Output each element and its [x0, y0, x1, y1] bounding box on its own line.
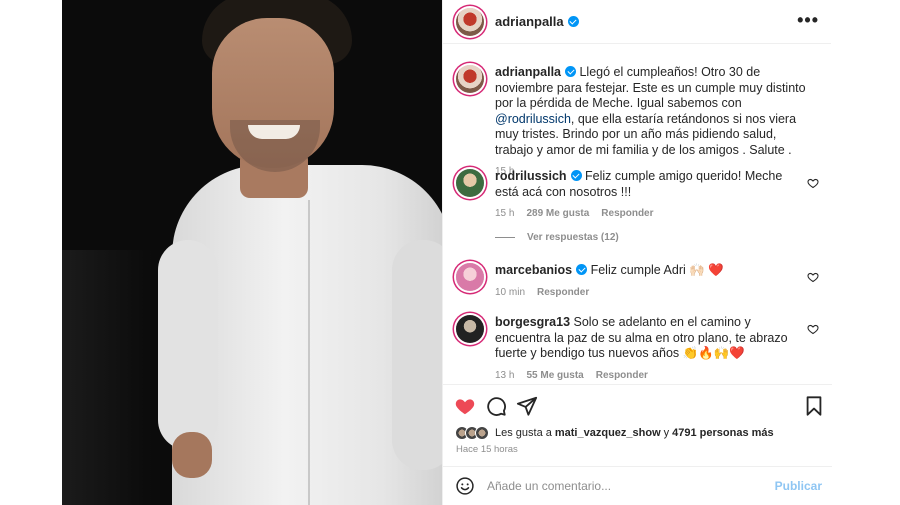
author-avatar[interactable] — [456, 7, 484, 36]
caption: adrianpalla Llegó el cumpleaños! Otro 30… — [456, 65, 806, 177]
verified-icon — [567, 16, 579, 27]
share-icon[interactable] — [516, 395, 538, 417]
post-side-panel: adrianpalla ••• adrianpalla Llegó el cum… — [442, 0, 832, 505]
comment-username[interactable]: borgesgra13 — [495, 315, 570, 329]
caption-mention-link[interactable]: @rodrilussich — [495, 112, 571, 126]
comment-likes[interactable]: 55 Me gusta — [526, 370, 583, 381]
verified-icon — [565, 66, 576, 77]
comment-avatar[interactable] — [456, 315, 484, 343]
view-replies-button[interactable]: Ver respuestas (12) — [495, 232, 619, 243]
reply-button[interactable]: Responder — [596, 370, 648, 381]
comment-item: marcebanios Feliz cumple Adri 🙌🏻 ❤️ 10 m… — [456, 263, 819, 298]
verified-icon — [570, 170, 582, 181]
author-username[interactable]: adrianpalla — [495, 14, 564, 29]
likes-others[interactable]: 4791 personas más — [672, 427, 774, 439]
comment-input[interactable] — [487, 479, 757, 493]
comment-heart-icon[interactable] — [807, 271, 819, 283]
liker-avatars — [455, 426, 489, 440]
action-bar — [443, 384, 832, 424]
post-photo — [62, 0, 442, 505]
view-replies-label: Ver respuestas (12) — [527, 232, 619, 243]
comment-time: 15 h — [495, 208, 515, 219]
caption-username[interactable]: adrianpalla — [495, 65, 561, 79]
comment-heart-icon[interactable] — [807, 323, 819, 335]
reply-button[interactable]: Responder — [537, 287, 589, 298]
heart-icon[interactable] — [454, 395, 476, 417]
post-header: adrianpalla ••• — [443, 0, 831, 44]
reply-button[interactable]: Responder — [601, 208, 653, 219]
comment-time: 10 min — [495, 286, 526, 298]
comment-icon[interactable] — [485, 395, 507, 417]
add-comment-bar: Publicar — [443, 466, 832, 505]
likes-summary[interactable]: Les gusta a mati_vazquez_show y 4791 per… — [455, 426, 777, 440]
comment-likes[interactable]: 289 Me gusta — [526, 208, 589, 219]
emoji-icon[interactable] — [455, 476, 475, 496]
likes-user[interactable]: mati_vazquez_show — [555, 427, 661, 439]
comment-avatar[interactable] — [456, 263, 484, 291]
comment-username[interactable]: marcebanios — [495, 263, 572, 277]
likes-prefix: Les gusta a — [495, 427, 552, 439]
comments-list[interactable]: adrianpalla Llegó el cumpleaños! Otro 30… — [443, 45, 832, 383]
verified-icon — [576, 264, 588, 275]
bookmark-icon[interactable] — [803, 395, 825, 417]
comment-text: Feliz cumple Adri 🙌🏻 ❤️ — [587, 263, 724, 277]
caption-avatar[interactable] — [456, 65, 484, 93]
post-time: Hace 15 horas — [456, 444, 518, 455]
comment-time: 13 h — [495, 369, 515, 381]
comment-heart-icon[interactable] — [807, 177, 819, 189]
comment-username[interactable]: rodrilussich — [495, 169, 567, 183]
comment-item: borgesgra13 Solo se adelanto en el camin… — [456, 315, 819, 381]
likes-connector: y — [663, 427, 670, 439]
comment-item: rodrilussich Feliz cumple amigo querido!… — [456, 169, 819, 219]
publish-button[interactable]: Publicar — [775, 479, 822, 493]
comment-avatar[interactable] — [456, 169, 484, 197]
more-options-icon[interactable]: ••• — [797, 10, 819, 31]
